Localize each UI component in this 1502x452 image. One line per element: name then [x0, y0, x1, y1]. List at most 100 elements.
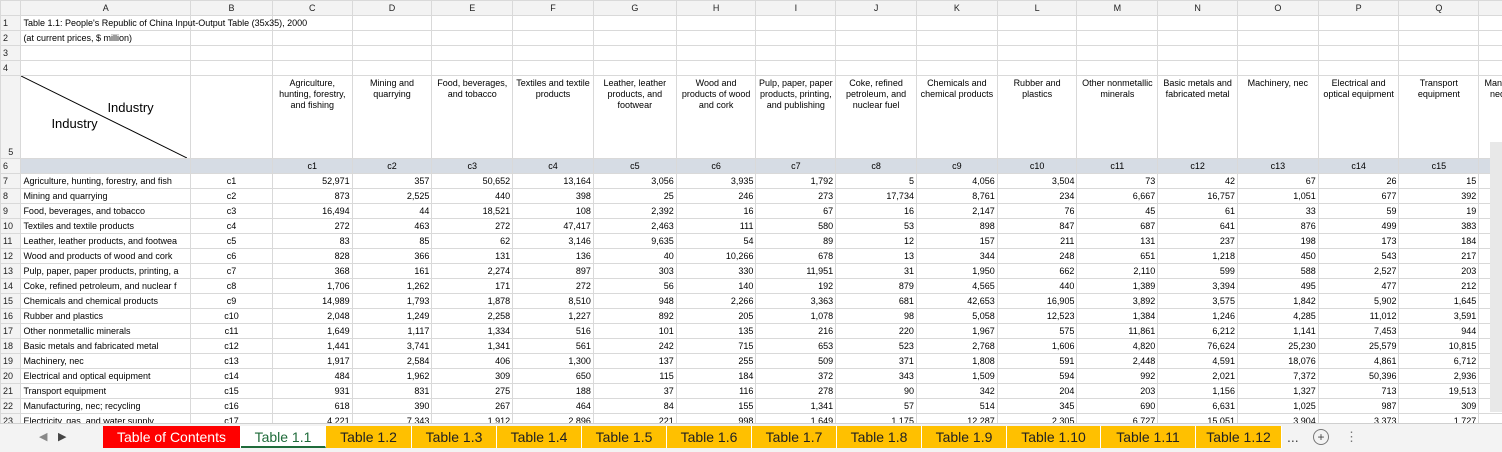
- value-cell[interactable]: 1,218: [1158, 249, 1238, 264]
- value-cell[interactable]: 11,012: [1318, 309, 1399, 324]
- value-cell[interactable]: 203: [1399, 264, 1479, 279]
- row-header[interactable]: 13: [1, 264, 21, 279]
- row-industry-label[interactable]: Wood and products of wood and cork: [21, 249, 191, 264]
- value-cell[interactable]: 13: [836, 249, 917, 264]
- sheet-tab-table-of-contents[interactable]: Table of Contents: [103, 426, 241, 448]
- value-cell[interactable]: 108: [513, 204, 594, 219]
- value-cell[interactable]: 2,936: [1399, 369, 1479, 384]
- value-cell[interactable]: 12,287: [916, 414, 997, 424]
- value-cell[interactable]: 4,565: [916, 279, 997, 294]
- value-cell[interactable]: 987: [1318, 399, 1399, 414]
- value-cell[interactable]: 514: [916, 399, 997, 414]
- value-cell[interactable]: 1,341: [756, 399, 836, 414]
- empty-cell[interactable]: [593, 16, 676, 31]
- value-cell[interactable]: 450: [1237, 249, 1318, 264]
- value-cell[interactable]: 25,230: [1237, 339, 1318, 354]
- value-cell[interactable]: 1,649: [756, 414, 836, 424]
- sheet-tab-table-1-5[interactable]: Table 1.5: [582, 426, 667, 448]
- value-cell[interactable]: 278: [756, 384, 836, 399]
- value-cell[interactable]: 7,343: [352, 414, 432, 424]
- value-cell[interactable]: 7,372: [1237, 369, 1318, 384]
- column-title[interactable]: Transport equipment: [1399, 76, 1479, 159]
- value-cell[interactable]: 303: [593, 264, 676, 279]
- value-cell[interactable]: 713: [1318, 384, 1399, 399]
- empty-cell[interactable]: [593, 46, 676, 61]
- value-cell[interactable]: 992: [1077, 369, 1158, 384]
- value-cell[interactable]: 62: [432, 234, 513, 249]
- empty-cell[interactable]: [432, 61, 513, 76]
- row-code[interactable]: c3: [191, 204, 273, 219]
- row-header[interactable]: 14: [1, 279, 21, 294]
- value-cell[interactable]: 1,645: [1399, 294, 1479, 309]
- empty-cell[interactable]: [1318, 61, 1399, 76]
- value-cell[interactable]: 10,266: [676, 249, 756, 264]
- row-header[interactable]: 12: [1, 249, 21, 264]
- column-code[interactable]: c14: [1318, 159, 1399, 174]
- value-cell[interactable]: 1,078: [756, 309, 836, 324]
- row-industry-label[interactable]: Agriculture, hunting, forestry, and fish: [21, 174, 191, 189]
- value-cell[interactable]: 1,878: [432, 294, 513, 309]
- empty-cell[interactable]: [191, 31, 273, 46]
- empty-cell[interactable]: [191, 159, 273, 174]
- value-cell[interactable]: 561: [513, 339, 594, 354]
- value-cell[interactable]: 16: [676, 204, 756, 219]
- value-cell[interactable]: 237: [1158, 234, 1238, 249]
- value-cell[interactable]: 53: [836, 219, 917, 234]
- column-code[interactable]: c11: [1077, 159, 1158, 174]
- value-cell[interactable]: 1,156: [1158, 384, 1238, 399]
- value-cell[interactable]: 343: [836, 369, 917, 384]
- value-cell[interactable]: 309: [432, 369, 513, 384]
- sheet-tab-table-1-8[interactable]: Table 1.8: [837, 426, 922, 448]
- value-cell[interactable]: 184: [1399, 234, 1479, 249]
- value-cell[interactable]: 52,971: [272, 174, 352, 189]
- value-cell[interactable]: 651: [1077, 249, 1158, 264]
- row-industry-label[interactable]: Rubber and plastics: [21, 309, 191, 324]
- value-cell[interactable]: 591: [997, 354, 1077, 369]
- value-cell[interactable]: 3,056: [593, 174, 676, 189]
- row-header[interactable]: 16: [1, 309, 21, 324]
- value-cell[interactable]: 3,146: [513, 234, 594, 249]
- value-cell[interactable]: 2,274: [432, 264, 513, 279]
- value-cell[interactable]: 18,076: [1237, 354, 1318, 369]
- column-title[interactable]: Wood and products of wood and cork: [676, 76, 756, 159]
- empty-cell[interactable]: [432, 31, 513, 46]
- value-cell[interactable]: 342: [916, 384, 997, 399]
- value-cell[interactable]: 1,441: [272, 339, 352, 354]
- value-cell[interactable]: 56: [593, 279, 676, 294]
- row-header[interactable]: 20: [1, 369, 21, 384]
- industry-diagonal-header[interactable]: IndustryIndustry: [21, 76, 191, 159]
- value-cell[interactable]: 4,056: [916, 174, 997, 189]
- value-cell[interactable]: 4,591: [1158, 354, 1238, 369]
- row-code[interactable]: c5: [191, 234, 273, 249]
- row-industry-label[interactable]: Leather, leather products, and footwea: [21, 234, 191, 249]
- empty-cell[interactable]: [1237, 16, 1318, 31]
- empty-cell[interactable]: [756, 16, 836, 31]
- column-title[interactable]: Machinery, nec: [1237, 76, 1318, 159]
- empty-cell[interactable]: [1479, 414, 1502, 424]
- value-cell[interactable]: 67: [1237, 174, 1318, 189]
- value-cell[interactable]: 85: [352, 234, 432, 249]
- column-title[interactable]: Rubber and plastics: [997, 76, 1077, 159]
- value-cell[interactable]: 3,892: [1077, 294, 1158, 309]
- value-cell[interactable]: 12,523: [997, 309, 1077, 324]
- value-cell[interactable]: 45: [1077, 204, 1158, 219]
- value-cell[interactable]: 309: [1399, 399, 1479, 414]
- value-cell[interactable]: 1,246: [1158, 309, 1238, 324]
- column-title[interactable]: Chemicals and chemical products: [916, 76, 997, 159]
- row-header[interactable]: 18: [1, 339, 21, 354]
- value-cell[interactable]: 876: [1237, 219, 1318, 234]
- value-cell[interactable]: 1,341: [432, 339, 513, 354]
- value-cell[interactable]: 1,808: [916, 354, 997, 369]
- value-cell[interactable]: 594: [997, 369, 1077, 384]
- value-cell[interactable]: 1,706: [272, 279, 352, 294]
- empty-cell[interactable]: [21, 61, 191, 76]
- value-cell[interactable]: 3,373: [1318, 414, 1399, 424]
- row-header[interactable]: 4: [1, 61, 21, 76]
- value-cell[interactable]: 161: [352, 264, 432, 279]
- row-header[interactable]: 22: [1, 399, 21, 414]
- value-cell[interactable]: 357: [352, 174, 432, 189]
- empty-cell[interactable]: [1479, 61, 1502, 76]
- column-code[interactable]: c4: [513, 159, 594, 174]
- sheet-tab-table-1-7[interactable]: Table 1.7: [752, 426, 837, 448]
- empty-cell[interactable]: [836, 46, 917, 61]
